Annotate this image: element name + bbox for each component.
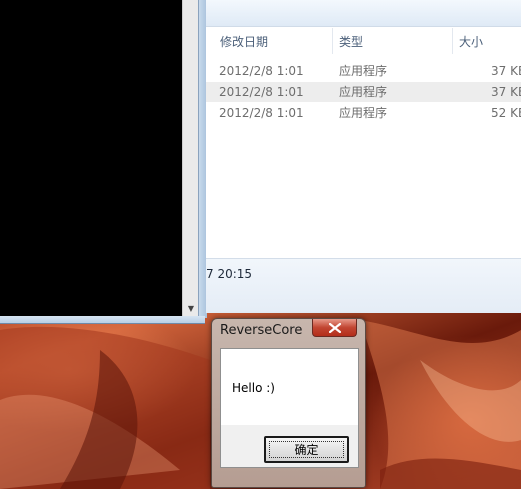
file-type: 应用程序: [339, 85, 388, 99]
file-date: 2012/2/8 1:01: [219, 85, 304, 99]
message-box-dialog: ReverseCore Hello :) 确定: [211, 318, 366, 488]
column-header-date[interactable]: 修改日期: [214, 28, 332, 56]
file-type: 应用程序: [339, 64, 388, 78]
file-type: 应用程序: [339, 106, 388, 120]
column-header-type[interactable]: 类型: [333, 28, 451, 56]
console-window[interactable]: [0, 0, 198, 318]
file-row[interactable]: 2012/2/8 1:01 应用程序 52 KB: [206, 103, 521, 123]
file-date: 2012/2/8 1:01: [219, 106, 304, 120]
details-modified-time: 7 20:15: [206, 267, 253, 281]
file-explorer-window: 修改日期 类型 大小 2012/2/8 1:01 应用程序 37 KB 2012…: [206, 0, 521, 313]
file-row[interactable]: 2012/2/8 1:01 应用程序 37 KB: [206, 61, 521, 81]
scroll-down-arrow-icon[interactable]: ▼: [183, 300, 199, 316]
file-row-selected[interactable]: 2012/2/8 1:01 应用程序 37 KB: [206, 82, 521, 102]
dialog-button-area: 确定: [220, 425, 359, 468]
ok-button[interactable]: 确定: [264, 436, 349, 463]
dialog-title: ReverseCore: [220, 323, 303, 338]
close-button[interactable]: [312, 319, 357, 337]
file-size: 52 KB: [491, 106, 521, 120]
console-scrollbar[interactable]: ▼: [182, 0, 199, 316]
dialog-message-area: Hello :): [220, 348, 359, 427]
file-size: 37 KB: [491, 85, 521, 99]
file-date: 2012/2/8 1:01: [219, 64, 304, 78]
details-pane: 7 20:15: [206, 258, 521, 313]
console-window-bottom-frame: [0, 316, 205, 324]
close-icon: [328, 322, 341, 333]
file-size: 37 KB: [491, 64, 521, 78]
column-header-size[interactable]: 大小: [453, 28, 521, 56]
explorer-toolbar: [206, 0, 521, 27]
dialog-message: Hello :): [232, 381, 275, 395]
